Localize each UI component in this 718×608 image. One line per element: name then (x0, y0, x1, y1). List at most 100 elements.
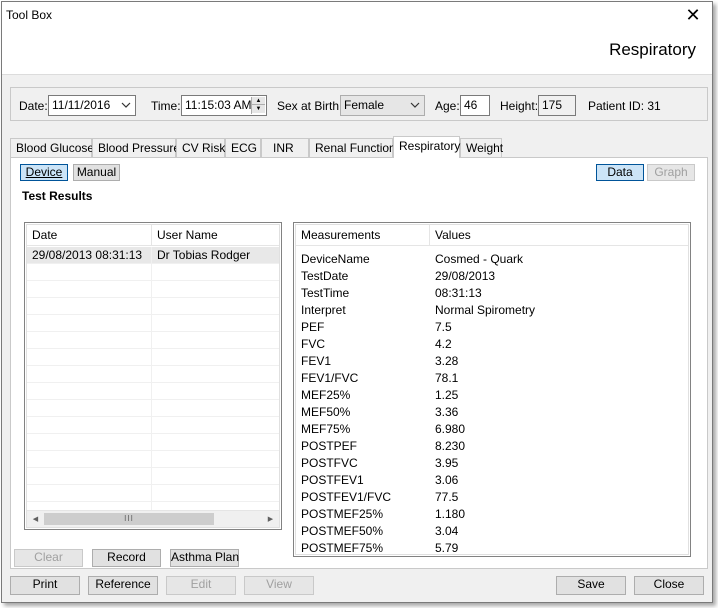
height-value: 175 (542, 98, 563, 112)
empty-row (27, 281, 279, 298)
age-field[interactable]: 46 (460, 95, 490, 116)
height-field: 175 (538, 95, 576, 116)
measurement-name: DeviceName (301, 252, 370, 266)
chevron-down-icon (410, 102, 420, 108)
empty-row (27, 485, 279, 502)
sex-at-birth-label: Sex at Birth: (277, 99, 343, 113)
tab-cv-risk[interactable]: CV Risk (176, 138, 225, 157)
date-picker[interactable]: 11/11/2016 (48, 95, 136, 116)
tab-blood-pressure[interactable]: Blood Pressure (92, 138, 180, 157)
scroll-thumb[interactable]: III (44, 513, 214, 525)
column-header-values[interactable]: Values (430, 225, 688, 246)
empty-row (27, 383, 279, 400)
time-value: 11:15:03 AM (185, 98, 252, 112)
table-row[interactable]: Interpret Normal Spirometry (296, 302, 688, 319)
table-header: Date User Name (27, 225, 279, 246)
measurement-name: PEF (301, 320, 325, 334)
close-icon[interactable]: ✕ (682, 4, 704, 26)
sex-at-birth-select[interactable]: Female (340, 95, 425, 116)
tab-blood-glucose[interactable]: Blood Glucose (10, 138, 94, 157)
measurement-name: FEV1 (301, 354, 332, 368)
measurements-table[interactable]: Measurements Values DeviceName Cosmed - Q… (293, 222, 691, 557)
measurement-name: POSTMEF50% (301, 524, 384, 538)
record-button[interactable]: Record (92, 549, 161, 567)
table-row[interactable]: FEV1 3.28 (296, 353, 688, 370)
asthma-plan-button[interactable]: Asthma Plan (170, 549, 239, 567)
measurement-value: Cosmed - Quark (435, 252, 524, 266)
table-row[interactable]: TestDate 29/08/2013 (296, 268, 688, 285)
table-row[interactable]: MEF75% 6.980 (296, 421, 688, 438)
empty-row (27, 332, 279, 349)
empty-row (27, 349, 279, 366)
device-mode-button[interactable]: Device (20, 164, 68, 181)
empty-row (27, 434, 279, 451)
table-row[interactable]: POSTPEF 8.230 (296, 438, 688, 455)
row-user-name: Dr Tobias Rodger (157, 248, 251, 262)
measurement-name: POSTFEV1/FVC (301, 490, 392, 504)
spin-up-icon[interactable]: ▲ (252, 97, 265, 105)
empty-row (27, 400, 279, 417)
table-row[interactable]: TestTime 08:31:13 (296, 285, 688, 302)
tab-inr[interactable]: INR (261, 138, 309, 157)
measurement-name: POSTMEF25% (301, 507, 384, 521)
measurement-value: 08:31:13 (435, 286, 482, 300)
table-row[interactable]: FEV1/FVC 78.1 (296, 370, 688, 387)
device-button-label: Device (25, 165, 63, 179)
table-row[interactable]: POSTFEV1 3.06 (296, 472, 688, 489)
table-row[interactable]: FVC 4.2 (296, 336, 688, 353)
sex-value: Female (344, 98, 385, 112)
measurement-value: 3.28 (435, 354, 459, 368)
measurement-value: 7.5 (435, 320, 452, 334)
measurement-name: POSTPEF (301, 439, 358, 453)
measurement-name: MEF50% (301, 405, 351, 419)
spin-down-icon[interactable]: ▼ (252, 105, 265, 113)
data-view-button[interactable]: Data (596, 164, 644, 181)
table-row[interactable]: PEF 7.5 (296, 319, 688, 336)
table-row[interactable]: POSTMEF75% 5.79 (296, 540, 688, 555)
table-row[interactable]: MEF25% 1.25 (296, 387, 688, 404)
graph-view-button: Graph (647, 164, 695, 181)
tab-renal-function[interactable]: Renal Function (309, 138, 396, 157)
empty-row (27, 366, 279, 383)
scroll-right-icon[interactable]: ▶ (262, 511, 279, 527)
table-row[interactable]: MEF50% 3.36 (296, 404, 688, 421)
table-row[interactable]: DeviceName Cosmed - Quark (296, 251, 688, 268)
table-row[interactable]: POSTMEF25% 1.180 (296, 506, 688, 523)
manual-mode-button[interactable]: Manual (73, 164, 120, 181)
measurement-name: POSTFEV1 (301, 473, 364, 487)
measurement-value: 6.980 (435, 422, 466, 436)
table-row[interactable]: POSTFVC 3.95 (296, 455, 688, 472)
time-label: Time: (151, 99, 181, 113)
horizontal-scrollbar[interactable]: ◀ III ▶ (27, 510, 279, 527)
column-header-user-name[interactable]: User Name (152, 225, 279, 246)
empty-row (27, 264, 279, 281)
tab-respiratory[interactable]: Respiratory (393, 136, 460, 158)
empty-row (27, 468, 279, 485)
height-label: Height: (500, 99, 539, 113)
column-header-date[interactable]: Date (27, 225, 152, 246)
tab-ecg[interactable]: ECG (225, 138, 261, 157)
measurement-name: FEV1/FVC (301, 371, 359, 385)
table-row[interactable]: POSTMEF50% 3.04 (296, 523, 688, 540)
close-button[interactable]: Close (634, 576, 704, 595)
patient-id: Patient ID: 31 (588, 99, 661, 113)
column-header-measurements[interactable]: Measurements (296, 225, 430, 246)
measurement-value: Normal Spirometry (435, 303, 536, 317)
test-results-table[interactable]: Date User Name 29/08/2013 08:31:13 Dr To… (24, 222, 282, 530)
tab-weight[interactable]: Weight (460, 138, 503, 157)
measurement-name: TestDate (301, 269, 349, 283)
row-date: 29/08/2013 08:31:13 (27, 247, 152, 264)
empty-row (27, 298, 279, 315)
measurement-value: 5.79 (435, 541, 459, 555)
table-row[interactable]: 29/08/2013 08:31:13 Dr Tobias Rodger (27, 247, 279, 264)
save-button[interactable]: Save (556, 576, 626, 595)
measurement-name: MEF25% (301, 388, 351, 402)
section-title: Test Results (22, 189, 93, 203)
print-button[interactable]: Print (10, 576, 80, 595)
respiratory-panel: Device Manual Data Graph Test Results Da… (10, 157, 708, 569)
scroll-left-icon[interactable]: ◀ (27, 511, 44, 527)
reference-button[interactable]: Reference (88, 576, 158, 595)
time-field[interactable]: 11:15:03 AM ▲ ▼ (181, 95, 267, 116)
table-row[interactable]: POSTFEV1/FVC 77.5 (296, 489, 688, 506)
time-spinner[interactable]: ▲ ▼ (251, 97, 265, 114)
